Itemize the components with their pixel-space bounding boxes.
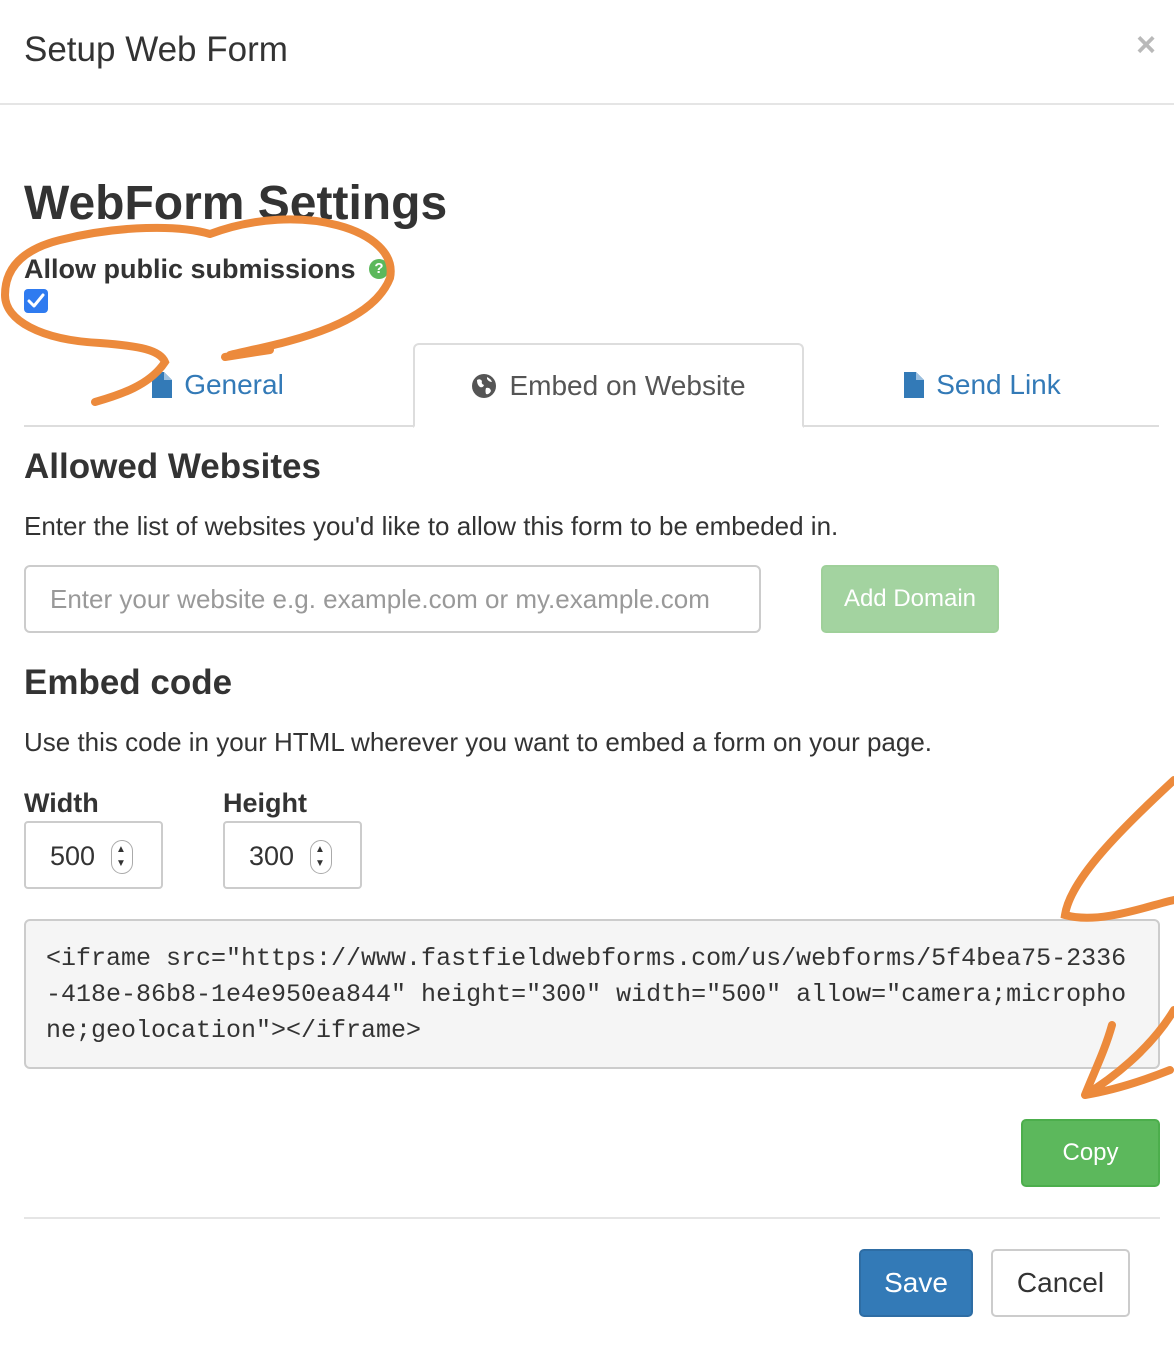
embed-code-textarea[interactable]: <iframe src="https://www.fastfieldwebfor… [24,919,1160,1069]
add-domain-button[interactable]: Add Domain [821,565,999,633]
checkmark-icon [27,293,45,308]
tab-embed-on-website[interactable]: Embed on Website [413,343,804,428]
close-button[interactable]: × [1136,28,1156,62]
modal-header: Setup Web Form × [0,0,1174,105]
height-label: Height [223,788,307,818]
chevron-down-icon[interactable]: ▼ [315,859,325,869]
annotation-scribble-arrow [1060,776,1174,922]
width-label: Width [24,788,99,818]
file-icon [152,372,173,398]
width-value: 500 [50,841,96,871]
settings-heading: WebForm Settings [24,177,448,230]
footer-divider [24,1217,1160,1219]
width-stepper[interactable]: ▲ ▼ [111,840,133,874]
cancel-button[interactable]: Cancel [991,1249,1130,1317]
allow-public-label: Allow public submissions [24,254,356,284]
tab-general[interactable]: General [24,343,412,427]
allowed-websites-description: Enter the list of websites you'd like to… [24,511,839,541]
file-icon [904,372,925,398]
tab-send-link[interactable]: Send Link [806,343,1159,427]
chevron-up-icon[interactable]: ▲ [315,845,325,855]
chevron-up-icon[interactable]: ▲ [116,845,126,855]
website-input[interactable] [24,565,761,633]
chevron-down-icon[interactable]: ▼ [116,859,126,869]
height-value: 300 [249,841,295,871]
help-icon[interactable]: ? [369,259,389,279]
allow-public-checkbox[interactable] [24,289,48,313]
copy-button[interactable]: Copy [1021,1119,1160,1187]
globe-icon [472,373,497,398]
tab-embed-label: Embed on Website [509,369,746,401]
tab-bar: General Embed on Website Send Link [24,343,1159,428]
width-input[interactable]: 500 ▲ ▼ [24,821,163,889]
modal-title: Setup Web Form [24,30,288,69]
embed-code-description: Use this code in your HTML wherever you … [24,727,933,757]
height-input[interactable]: 300 ▲ ▼ [223,821,362,889]
tab-general-label: General [184,369,284,400]
tab-send-label: Send Link [936,369,1061,400]
height-stepper[interactable]: ▲ ▼ [310,840,332,874]
allowed-websites-heading: Allowed Websites [24,447,321,486]
embed-code-heading: Embed code [24,663,233,702]
save-button[interactable]: Save [859,1249,973,1317]
